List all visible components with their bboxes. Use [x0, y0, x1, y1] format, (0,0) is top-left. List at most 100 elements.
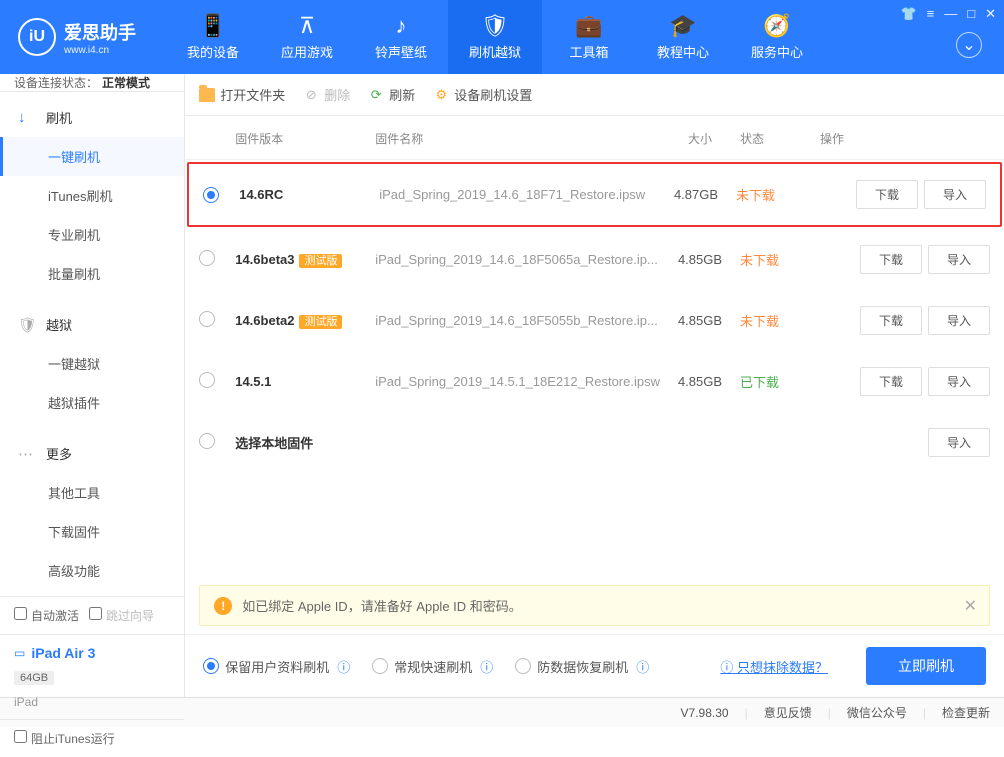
side-item[interactable]: 专业刷机 — [0, 215, 184, 254]
nav-label: 我的设备 — [187, 42, 239, 61]
anti-recovery-option[interactable]: 防数据恢复刷机ⓘ — [515, 657, 649, 676]
menu-icon[interactable]: ≡ — [927, 6, 935, 22]
section-icon: ↓ — [18, 109, 36, 126]
logo-url: www.i4.cn — [64, 45, 136, 56]
side-item[interactable]: 其他工具 — [0, 473, 184, 512]
firmware-row[interactable]: 14.6RCiPad_Spring_2019_14.6_18F71_Restor… — [187, 162, 1002, 227]
side-item[interactable]: 下载固件 — [0, 512, 184, 551]
connection-status: 设备连接状态： 正常模式 — [0, 74, 184, 92]
col-name-header: 固件名称 — [375, 130, 660, 147]
info-icon[interactable]: ⓘ — [337, 657, 350, 676]
logo[interactable]: iU 爱思助手 www.i4.cn — [18, 18, 136, 56]
refresh-icon: ⟳ — [368, 87, 384, 103]
nav-tab-1[interactable]: ⊼应用游戏 — [260, 0, 354, 74]
side-item[interactable]: 批量刷机 — [0, 254, 184, 293]
normal-flash-option[interactable]: 常规快速刷机ⓘ — [372, 657, 493, 676]
nav-label: 刷机越狱 — [469, 42, 521, 61]
side-item[interactable]: 一键刷机 — [0, 137, 184, 176]
nav-label: 铃声壁纸 — [375, 42, 427, 61]
skin-icon[interactable]: 👕 — [900, 6, 916, 22]
open-folder-button[interactable]: 打开文件夹 — [199, 85, 285, 104]
nav-tab-6[interactable]: 🧭服务中心 — [730, 0, 824, 74]
device-name: iPad Air 3 — [31, 645, 95, 661]
nav-label: 应用游戏 — [281, 42, 333, 61]
nav-icon: 🛡 — [481, 13, 509, 39]
nav-tab-3[interactable]: 🛡 刷机越狱 — [448, 0, 542, 74]
keep-data-option[interactable]: 保留用户资料刷机ⓘ — [203, 657, 350, 676]
firmware-size: 4.85GB — [660, 252, 740, 267]
folder-icon — [199, 88, 215, 102]
action-下载[interactable]: 下载 — [860, 367, 922, 396]
col-action-header: 操作 — [820, 130, 990, 147]
refresh-button[interactable]: ⟳刷新 — [368, 85, 415, 104]
action-导入[interactable]: 导入 — [928, 245, 990, 274]
device-storage: 64GB — [14, 671, 54, 685]
wechat-link[interactable]: 微信公众号 — [847, 704, 907, 721]
device-info[interactable]: ▭ iPad Air 3 64GB iPad — [0, 634, 184, 720]
block-itunes-checkbox[interactable]: 阻止iTunes运行 — [14, 730, 115, 747]
action-导入[interactable]: 导入 — [924, 180, 986, 209]
action-导入[interactable]: 导入 — [928, 428, 990, 457]
side-item[interactable]: iTunes刷机 — [0, 176, 184, 215]
delete-button[interactable]: ⊘删除 — [303, 85, 350, 104]
dropdown-button[interactable]: ⌄ — [956, 32, 982, 58]
footer-version: V7.98.30 — [681, 706, 729, 720]
nav-tab-4[interactable]: 💼工具箱 — [542, 0, 636, 74]
info-bar: ! 如已绑定 Apple ID，请准备好 Apple ID 和密码。 ✕ — [199, 585, 990, 626]
nav-label: 教程中心 — [657, 42, 709, 61]
firmware-row[interactable]: 14.5.1iPad_Spring_2019_14.5.1_18E212_Res… — [185, 351, 1004, 412]
firmware-row[interactable]: 选择本地固件导入 — [185, 412, 1004, 473]
close-info-icon[interactable]: ✕ — [964, 596, 977, 616]
block-itunes-row: 阻止iTunes运行 — [0, 720, 184, 757]
nav-tabs: 📱我的设备⊼应用游戏 ♪ 铃声壁纸 🛡 刷机越狱 💼工具箱🎓教程中心🧭服务中心 — [166, 0, 824, 74]
firmware-size: 4.85GB — [660, 313, 740, 328]
firmware-size: 4.85GB — [660, 374, 740, 389]
side-item[interactable]: 高级功能 — [0, 551, 184, 590]
side-section-1[interactable]: 🛡越狱 — [0, 305, 184, 344]
action-下载[interactable]: 下载 — [860, 245, 922, 274]
beta-badge: 测试版 — [299, 254, 342, 268]
action-下载[interactable]: 下载 — [860, 306, 922, 335]
settings-button[interactable]: ⚙设备刷机设置 — [433, 85, 532, 104]
side-section-2[interactable]: ⋯更多 — [0, 434, 184, 473]
side-section-0[interactable]: ↓刷机 — [0, 98, 184, 137]
radio-icon[interactable] — [203, 187, 219, 203]
side-item[interactable]: 一键越狱 — [0, 344, 184, 383]
nav-tab-2[interactable]: ♪ 铃声壁纸 — [354, 0, 448, 74]
firmware-status: 未下载 — [736, 185, 816, 204]
gear-icon: ⚙ — [433, 87, 449, 103]
nav-tab-0[interactable]: 📱我的设备 — [166, 0, 260, 74]
action-导入[interactable]: 导入 — [928, 367, 990, 396]
side-item[interactable]: 越狱插件 — [0, 383, 184, 422]
nav-tab-5[interactable]: 🎓教程中心 — [636, 0, 730, 74]
info-icon[interactable]: ⓘ — [480, 657, 493, 676]
delete-icon: ⊘ — [303, 87, 319, 103]
radio-icon[interactable] — [199, 433, 215, 449]
table-header: 固件版本 固件名称 大小 状态 操作 — [185, 116, 1004, 160]
info-text: 如已绑定 Apple ID，请准备好 Apple ID 和密码。 — [242, 596, 522, 615]
auto-activate-checkbox[interactable]: 自动激活 — [14, 607, 79, 624]
action-导入[interactable]: 导入 — [928, 306, 990, 335]
warning-icon: ! — [214, 597, 232, 615]
radio-icon[interactable] — [199, 311, 215, 327]
radio-icon[interactable] — [199, 372, 215, 388]
firmware-size: 4.87GB — [656, 187, 736, 202]
check-update-link[interactable]: 检查更新 — [942, 704, 990, 721]
flash-now-button[interactable]: 立即刷机 — [866, 647, 986, 685]
skip-guide-checkbox[interactable]: 跳过向导 — [89, 607, 154, 624]
firmware-version: 14.6beta3 — [235, 252, 294, 267]
erase-data-link[interactable]: ⓘ 只想抹除数据？ — [720, 657, 828, 676]
firmware-status: 未下载 — [740, 250, 820, 269]
radio-icon[interactable] — [199, 250, 215, 266]
firmware-row[interactable]: 14.6beta2测试版iPad_Spring_2019_14.6_18F505… — [185, 290, 1004, 351]
info-icon[interactable]: ⓘ — [636, 657, 649, 676]
action-下载[interactable]: 下载 — [856, 180, 918, 209]
close-icon[interactable]: ✕ — [985, 6, 996, 22]
firmware-row[interactable]: 14.6beta3测试版iPad_Spring_2019_14.6_18F506… — [185, 229, 1004, 290]
nav-icon: ♪ — [396, 13, 407, 39]
maximize-icon[interactable]: □ — [967, 6, 975, 22]
minimize-icon[interactable]: — — [944, 6, 957, 22]
feedback-link[interactable]: 意见反馈 — [764, 704, 812, 721]
col-version-header: 固件版本 — [235, 130, 375, 147]
firmware-version: 14.5.1 — [235, 374, 271, 389]
